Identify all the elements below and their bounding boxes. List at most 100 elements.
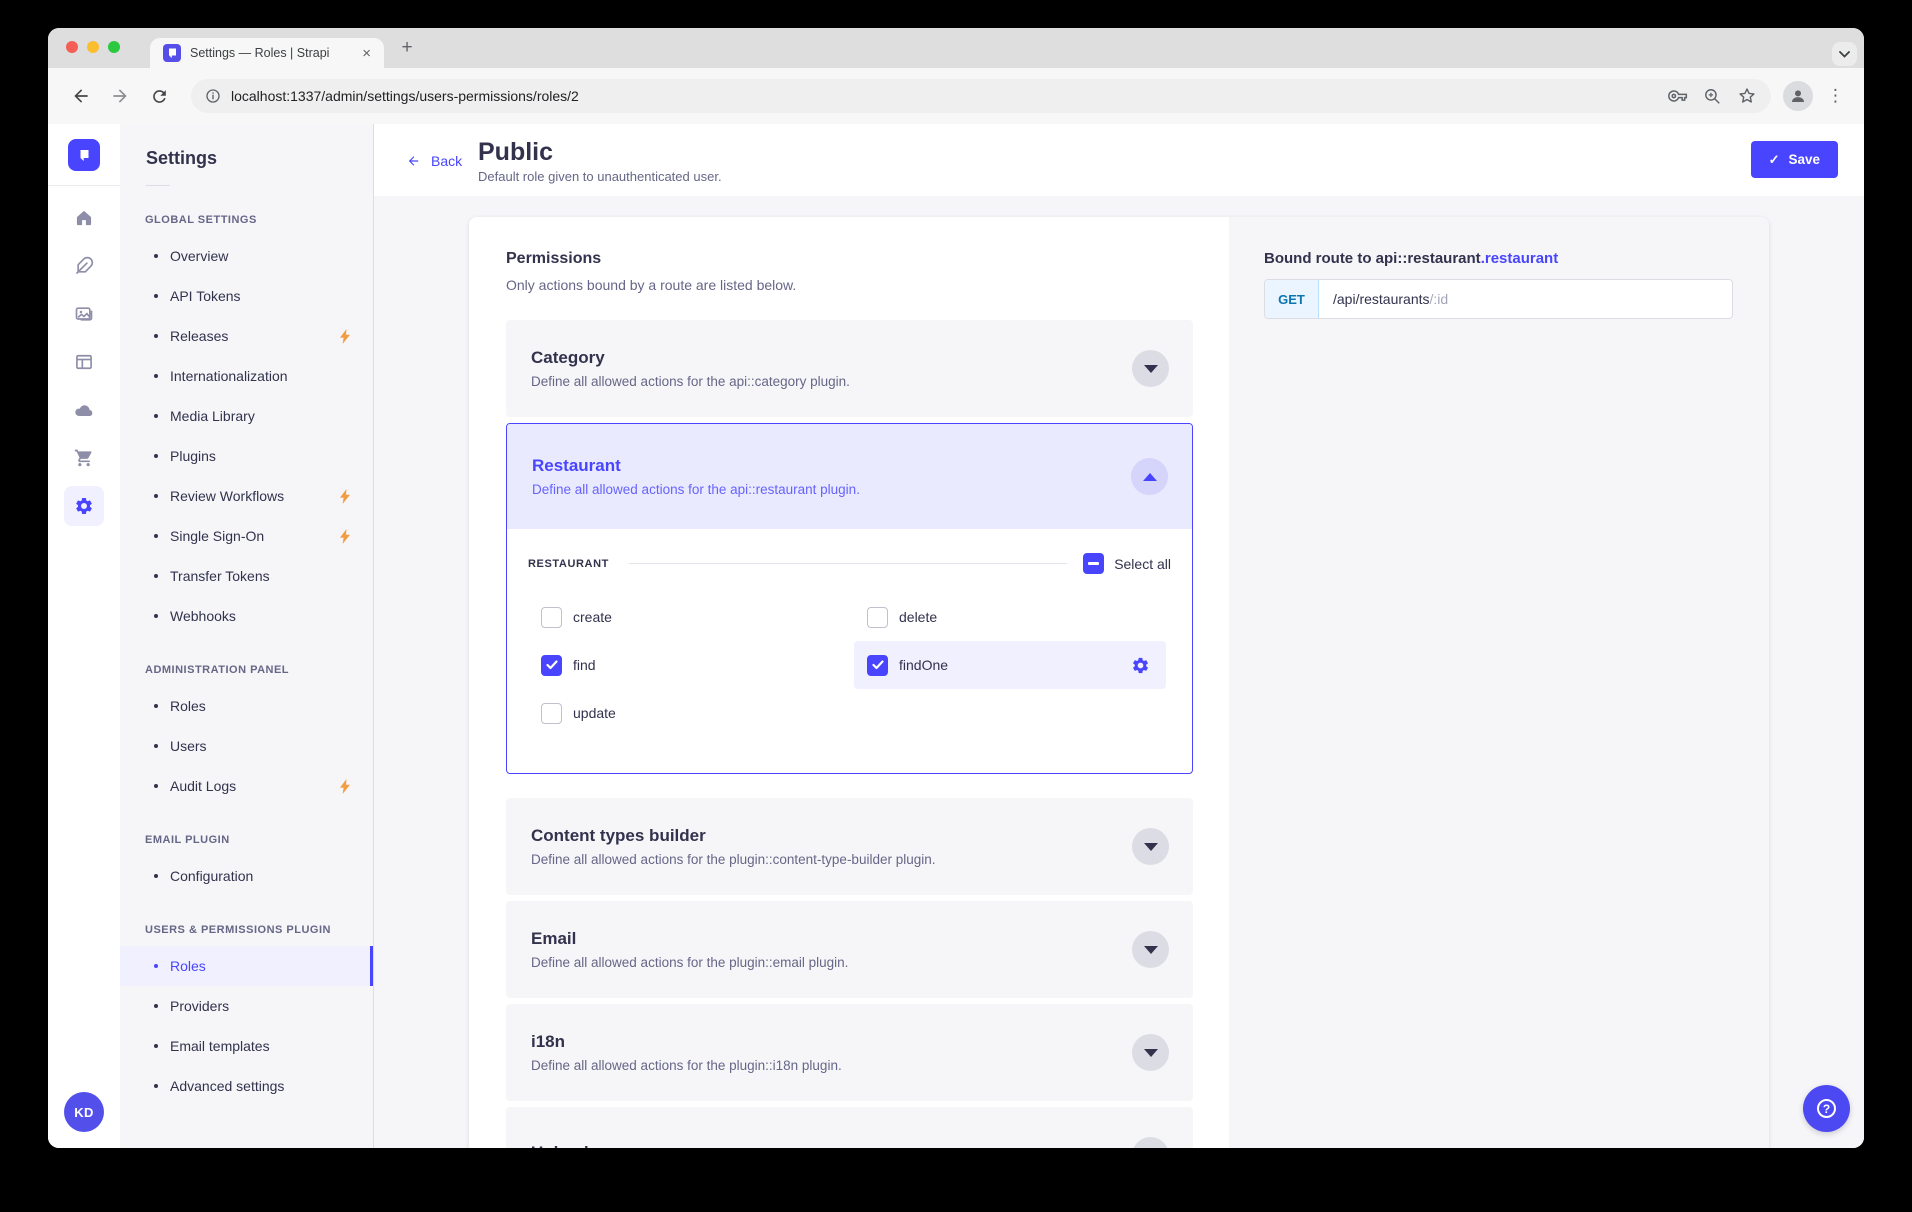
accordion-restaurant-header[interactable]: Restaurant Define all allowed actions fo…	[507, 424, 1192, 529]
bullet	[154, 574, 158, 578]
check-icon	[546, 660, 558, 670]
expand-button[interactable]	[1132, 931, 1169, 968]
close-tab-icon[interactable]: ×	[359, 45, 374, 62]
sidebar-item-review-workflows[interactable]: Review Workflows	[120, 476, 373, 516]
expand-button[interactable]	[1132, 828, 1169, 865]
update-checkbox[interactable]	[541, 703, 562, 724]
browser-profile-button[interactable]	[1783, 81, 1813, 111]
marketplace-icon[interactable]	[64, 438, 104, 478]
media-library-icon[interactable]	[64, 294, 104, 334]
address-bar[interactable]: localhost:1337/admin/settings/users-perm…	[191, 79, 1771, 113]
section-administration-panel: ADMINISTRATION PANEL Roles Users Audit L…	[120, 664, 373, 806]
home-icon[interactable]	[64, 198, 104, 238]
sidebar-item-email-templates[interactable]: Email templates	[120, 1026, 373, 1066]
cloud-icon[interactable]	[64, 390, 104, 430]
findone-checkbox[interactable]	[867, 655, 888, 676]
minimize-window-button[interactable]	[87, 41, 99, 53]
bullet	[154, 254, 158, 258]
sidebar-item-media-library[interactable]: Media Library	[120, 396, 373, 436]
bullet	[154, 494, 158, 498]
sidebar-item-providers[interactable]: Providers	[120, 986, 373, 1026]
find-checkbox[interactable]	[541, 655, 562, 676]
accordion-text: Restaurant Define all allowed actions fo…	[532, 456, 860, 497]
action-delete: delete	[854, 593, 1166, 641]
sidebar-item-internationalization[interactable]: Internationalization	[120, 356, 373, 396]
accordion-i18n[interactable]: i18n Define all allowed actions for the …	[506, 1004, 1193, 1101]
zoom-icon[interactable]	[1703, 87, 1722, 106]
lightning-icon	[339, 489, 351, 504]
fullscreen-window-button[interactable]	[108, 41, 120, 53]
chevron-down-icon	[1144, 365, 1158, 373]
create-checkbox[interactable]	[541, 607, 562, 628]
section-users-permissions-plugin: USERS & PERMISSIONS PLUGIN Roles Provide…	[120, 924, 373, 1106]
sidebar-item-single-sign-on[interactable]: Single Sign-On	[120, 516, 373, 556]
page-header: Back Public Default role given to unauth…	[374, 124, 1864, 196]
sidebar-item-users[interactable]: Users	[120, 726, 373, 766]
delete-checkbox[interactable]	[867, 607, 888, 628]
sidebar-item-releases[interactable]: Releases	[120, 316, 373, 356]
expand-button[interactable]	[1132, 1137, 1169, 1148]
sidebar-item-admin-roles[interactable]: Roles	[120, 686, 373, 726]
person-icon	[1789, 87, 1807, 105]
content-manager-icon[interactable]	[64, 246, 104, 286]
accordion-upload[interactable]: Upload	[506, 1107, 1193, 1148]
tab-search-button[interactable]	[1832, 42, 1857, 66]
sidebar-item-configuration[interactable]: Configuration	[120, 856, 373, 896]
chevron-down-icon	[1144, 946, 1158, 954]
back-button[interactable]	[68, 83, 94, 109]
lightning-icon	[339, 779, 351, 794]
strapi-logo[interactable]	[68, 139, 100, 171]
browser-window: Settings — Roles | Strapi × + localhost:…	[48, 28, 1864, 1148]
restaurant-permissions-body: RESTAURANT Select all create	[507, 529, 1192, 773]
browser-tab[interactable]: Settings — Roles | Strapi ×	[150, 38, 384, 68]
user-avatar[interactable]: KD	[64, 1092, 104, 1132]
tab-title: Settings — Roles | Strapi	[190, 46, 359, 60]
expand-button[interactable]	[1132, 350, 1169, 387]
bullet	[154, 784, 158, 788]
accordion-email[interactable]: Email Define all allowed actions for the…	[506, 901, 1193, 998]
bullet	[154, 874, 158, 878]
action-findone[interactable]: findOne	[854, 641, 1166, 689]
close-window-button[interactable]	[66, 41, 78, 53]
accordion-content-types-builder[interactable]: Content types builder Define all allowed…	[506, 798, 1193, 895]
role-name: Public	[478, 138, 722, 166]
sidebar-item-audit-logs[interactable]: Audit Logs	[120, 766, 373, 806]
new-tab-button[interactable]: +	[394, 35, 420, 61]
save-button[interactable]: ✓ Save	[1751, 141, 1838, 178]
password-manager-icon[interactable]	[1668, 86, 1688, 106]
url-text[interactable]: localhost:1337/admin/settings/users-perm…	[231, 88, 1653, 104]
advanced-settings-cog-icon[interactable]	[1131, 656, 1150, 675]
sidebar-item-api-tokens[interactable]: API Tokens	[120, 276, 373, 316]
bound-route-panel: Bound route to api::restaurant.restauran…	[1229, 217, 1769, 1148]
lightning-icon	[339, 329, 351, 344]
sidebar-item-advanced-settings[interactable]: Advanced settings	[120, 1066, 373, 1106]
check-icon	[872, 660, 884, 670]
main-nav-rail: KD	[48, 124, 120, 1148]
bookmark-star-icon[interactable]	[1737, 86, 1757, 106]
expand-button[interactable]	[1132, 1034, 1169, 1071]
section-heading: USERS & PERMISSIONS PLUGIN	[120, 924, 373, 936]
sidebar-item-webhooks[interactable]: Webhooks	[120, 596, 373, 636]
sidebar-item-overview[interactable]: Overview	[120, 236, 373, 276]
select-all-checkbox[interactable]	[1083, 553, 1104, 574]
browser-menu-icon[interactable]: ⋮	[1827, 86, 1844, 106]
help-button[interactable]: ?	[1803, 1085, 1850, 1132]
sidebar-item-plugins[interactable]: Plugins	[120, 436, 373, 476]
back-link[interactable]: Back	[405, 153, 462, 169]
section-heading: EMAIL PLUGIN	[120, 834, 373, 846]
forward-button[interactable]	[107, 83, 133, 109]
page-title: Public Default role given to unauthentic…	[478, 138, 722, 184]
content-type-builder-icon[interactable]	[64, 342, 104, 382]
sidebar-item-transfer-tokens[interactable]: Transfer Tokens	[120, 556, 373, 596]
route-param: /:id	[1430, 291, 1449, 307]
site-info-icon[interactable]	[205, 88, 221, 104]
sidebar-item-roles[interactable]: Roles	[120, 946, 373, 986]
collapse-button[interactable]	[1131, 458, 1168, 495]
settings-icon[interactable]	[64, 486, 104, 526]
indeterminate-icon	[1088, 562, 1099, 565]
actions-grid: create delete	[528, 593, 1171, 737]
reload-button[interactable]	[146, 83, 172, 109]
permissions-panel: Permissions Only actions bound by a rout…	[469, 217, 1229, 1148]
accordion-category[interactable]: Category Define all allowed actions for …	[506, 320, 1193, 417]
divider	[146, 185, 170, 186]
